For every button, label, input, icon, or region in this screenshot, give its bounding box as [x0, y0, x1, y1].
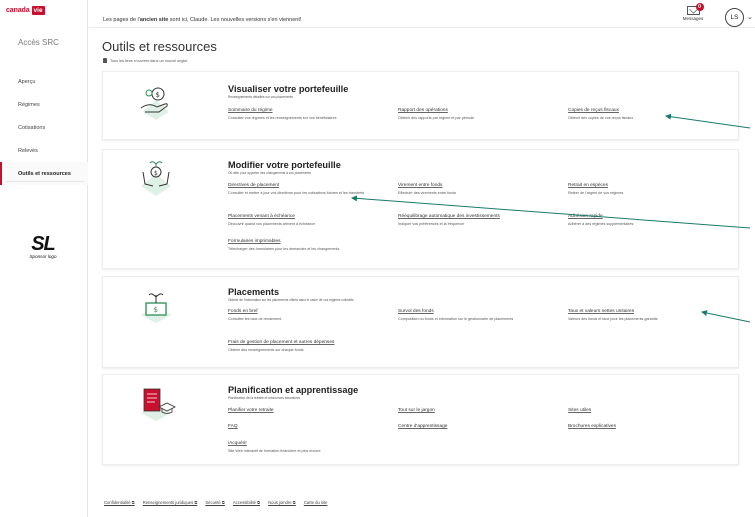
sponsor-logo: SL Sponsor logo [18, 234, 68, 259]
link-iacquerir[interactable]: iAcquérir [228, 441, 247, 446]
link-copies-recus[interactable]: Copies de reçus fiscaux [568, 108, 619, 113]
svg-text:$: $ [154, 170, 158, 177]
section-planification: Planification et apprentissage Planifica… [102, 374, 739, 465]
link-reequilibrage[interactable]: Rééquilibrage automatique des investisse… [398, 214, 500, 219]
new-tab-note: Tous les liens s'ouvrent dans un nouvel … [103, 58, 187, 63]
money-plant-icon: $ [141, 293, 171, 323]
link-desc: Obtenir des renseignements sur chaque fo… [228, 348, 304, 352]
sidebar-item-releves[interactable]: Relevés [0, 139, 88, 162]
link-survol-fonds[interactable]: Survol des fonds [398, 309, 434, 314]
link-directives-placement[interactable]: Directives de placement [228, 183, 279, 188]
footer-link-juridique[interactable]: Renseignements juridiques ⧉ [143, 500, 198, 505]
footer-link-carte-site[interactable]: Carte du site [304, 500, 328, 505]
sidebar-item-regimes[interactable]: Régimes [0, 93, 88, 116]
link-sommaire-regime[interactable]: Sommaire du régime [228, 108, 273, 113]
link-desc: Adhérer à des régimes supplémentaires [568, 222, 634, 226]
svg-text:$: $ [154, 306, 158, 314]
link-rapport-operations[interactable]: Rapport des opérations [398, 108, 448, 113]
link-centre-apprentissage[interactable]: Centre d'apprentissage [398, 424, 447, 429]
messages-badge: 0 [695, 3, 704, 11]
link-desc: Obtenir des rapports par régime et par p… [398, 116, 475, 120]
section-subtitle: Obtenir de l'information sur les placeme… [228, 298, 354, 302]
link-desc: Consulter et mettre à jour vos directive… [228, 191, 365, 195]
link-brochures[interactable]: Brochures explicatives [568, 424, 616, 429]
link-desc: Composition du fonds et information sur … [398, 317, 514, 321]
link-sites-utiles[interactable]: Sites utiles [568, 408, 591, 413]
money-hand-icon: $ [140, 87, 169, 120]
avatar[interactable]: LS [725, 8, 744, 27]
svg-text:$: $ [156, 91, 160, 99]
canada-vie-logo[interactable]: canada vie [6, 6, 45, 15]
logo-brand: canada [6, 7, 30, 14]
logo-tag: vie [31, 6, 45, 15]
link-desc: Consulter les taux de rendement [228, 317, 282, 321]
section-subtitle: Planification de la retraite et ressourc… [228, 396, 300, 400]
chevron-down-icon[interactable]: ⌄ [747, 13, 753, 21]
link-desc: Télécharger des formulaires pour les dem… [228, 247, 340, 251]
section-title: Visualiser votre portefeuille [228, 84, 349, 94]
messages-label: Messages [682, 16, 704, 21]
link-virement-fonds[interactable]: Virement entre fonds [398, 183, 442, 188]
section-subtitle: Où aller pour apporter des changements à… [228, 171, 311, 175]
sidebar-item-cotisations[interactable]: Cotisations [0, 116, 88, 139]
link-desc: Valeurs des fonds et taux pour les place… [568, 317, 658, 321]
section-title: Modifier votre portefeuille [228, 160, 341, 170]
new-tab-note-text: Tous les liens s'ouvrent dans un nouvel … [110, 58, 188, 63]
link-planifier-retraite[interactable]: Planifier votre retraite [228, 408, 274, 413]
sidebar: canada vie Accès SRC Aperçu Régimes Coti… [0, 0, 88, 517]
footer-link-accessibilite[interactable]: Accessibilité ⧉ [233, 500, 260, 505]
sidebar-divider [6, 181, 84, 182]
page-title: Outils et ressources [102, 39, 217, 54]
old-site-banner: Les pages de l'ancien site sont ici, Cla… [103, 17, 301, 23]
link-placements-echeance[interactable]: Placements venant à échéance [228, 214, 295, 219]
link-desc: Retirer de l'argent de vos régimes [568, 191, 624, 195]
link-retrait-especes[interactable]: Retrait en espèces [568, 183, 608, 188]
link-frais-gestion[interactable]: Frais de gestion de placement et autres … [228, 340, 334, 345]
link-desc: Découvrir quand vos placements arrivent … [228, 222, 316, 226]
sidebar-title: Accès SRC [18, 38, 59, 47]
link-faq[interactable]: FAQ [228, 424, 238, 429]
book-cap-icon [141, 388, 176, 421]
sidebar-item-apercu[interactable]: Aperçu [0, 70, 88, 93]
plant-money-icon: $ [141, 161, 171, 196]
messages-button[interactable]: 0 Messages [680, 3, 706, 21]
section-title: Planification et apprentissage [228, 385, 359, 395]
envelope-icon: 0 [686, 3, 704, 15]
top-bar: Les pages de l'ancien site sont ici, Cla… [89, 0, 755, 28]
link-desc: Obtenir des copies de vos reçus fiscaux [568, 116, 634, 120]
link-desc: Consulter vos régimes et les renseigneme… [228, 116, 337, 120]
sponsor-monogram: SL [31, 233, 56, 255]
link-formulaires[interactable]: Formulaires imprimables [228, 239, 281, 244]
info-icon [103, 58, 107, 63]
banner-post: sont ici, Claude. Les nouvelles versions… [168, 17, 302, 23]
link-desc: Site Web interactif de formation financi… [228, 449, 321, 453]
link-fonds-bref[interactable]: Fonds en bref [228, 309, 258, 314]
link-adhesion-rapide[interactable]: Adhésion rapide [568, 214, 603, 219]
link-taux-valeurs[interactable]: Taux et valeurs nettes unitaires [568, 309, 634, 314]
footer-link-confidentialite[interactable]: Confidentialité ⧉ [104, 500, 135, 505]
link-desc: Effectuer des virements entre fonds [398, 191, 457, 195]
link-desc: Indiquer vos préférences et la fréquence [398, 222, 465, 226]
banner-bold: ancien site [139, 17, 169, 23]
footer-link-securite[interactable]: Sécurité ⧉ [205, 500, 225, 505]
section-title: Placements [228, 287, 280, 297]
section-subtitle: Renseignements détaillés sur vos placeme… [228, 95, 293, 99]
footer-links: Confidentialité ⧉ Renseignements juridiq… [104, 500, 328, 505]
section-visualiser: $ Visualiser votre portefeuille Renseign… [102, 71, 739, 140]
footer-link-nous-joindre[interactable]: Nous joindre ⧉ [268, 500, 296, 505]
link-jargon[interactable]: Tout sur le jargon [398, 408, 435, 413]
section-modifier: $ Modifier votre portefeuille Où aller p… [102, 149, 739, 269]
sponsor-caption: Sponsor logo [29, 254, 57, 259]
sidebar-nav: Aperçu Régimes Cotisations Relevés Outil… [0, 70, 88, 185]
banner-pre: Les pages de l' [103, 17, 140, 23]
section-placements: $ Placements Obtenir de l'information su… [102, 276, 739, 368]
